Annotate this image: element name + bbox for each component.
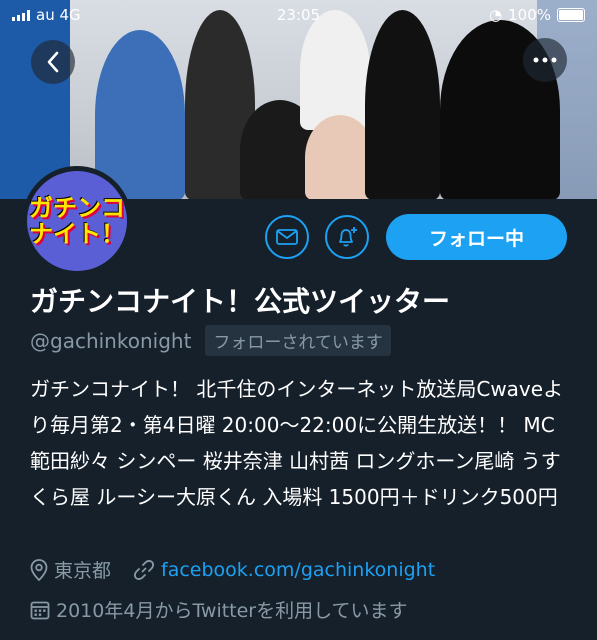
notifications-button[interactable] <box>325 215 369 259</box>
calendar-icon <box>30 601 50 619</box>
handle-row: @gachinkonight フォローされています <box>30 325 391 356</box>
joined: 2010年4月からTwitterを利用しています <box>30 596 408 623</box>
more-button[interactable] <box>523 38 567 82</box>
chevron-left-icon <box>47 51 59 73</box>
message-button[interactable] <box>265 215 309 259</box>
photo-person <box>95 30 185 199</box>
location-website-row: 東京都 facebook.com/gachinkonight <box>30 556 435 583</box>
joined-row: 2010年4月からTwitterを利用しています <box>30 596 408 623</box>
profile-handle: @gachinkonight <box>30 328 192 353</box>
website[interactable]: facebook.com/gachinkonight <box>133 559 435 581</box>
location-text: 東京都 <box>54 560 112 582</box>
status-bar: au 4G 23:05 ◔ 100% <box>0 0 597 30</box>
battery-icon <box>557 8 585 22</box>
avatar-logo: ガチンコ ナイト！ <box>27 171 127 271</box>
link-icon <box>134 559 154 580</box>
bell-plus-icon <box>339 227 357 247</box>
follows-you-badge: フォローされています <box>205 325 391 356</box>
avatar[interactable]: ガチンコ ナイト！ <box>22 166 132 276</box>
back-button[interactable] <box>31 40 75 84</box>
website-link[interactable]: facebook.com/gachinkonight <box>161 559 435 581</box>
joined-text: 2010年4月からTwitterを利用しています <box>56 600 408 622</box>
profile-name: ガチンコナイト！公式ツイッター <box>30 285 451 318</box>
orientation-lock-icon: ◔ <box>489 6 503 24</box>
location-pin-icon <box>30 558 48 581</box>
more-dots-icon <box>533 57 557 63</box>
battery-percent: 100% <box>508 6 551 24</box>
location: 東京都 <box>30 556 111 583</box>
envelope-icon <box>276 229 298 245</box>
following-button[interactable]: フォロー中 <box>386 214 567 260</box>
profile-bio: ガチンコナイト！ 北千住のインターネット放送局Cwaveより毎月第2・第4日曜 … <box>30 377 564 509</box>
photo-person <box>365 10 440 199</box>
